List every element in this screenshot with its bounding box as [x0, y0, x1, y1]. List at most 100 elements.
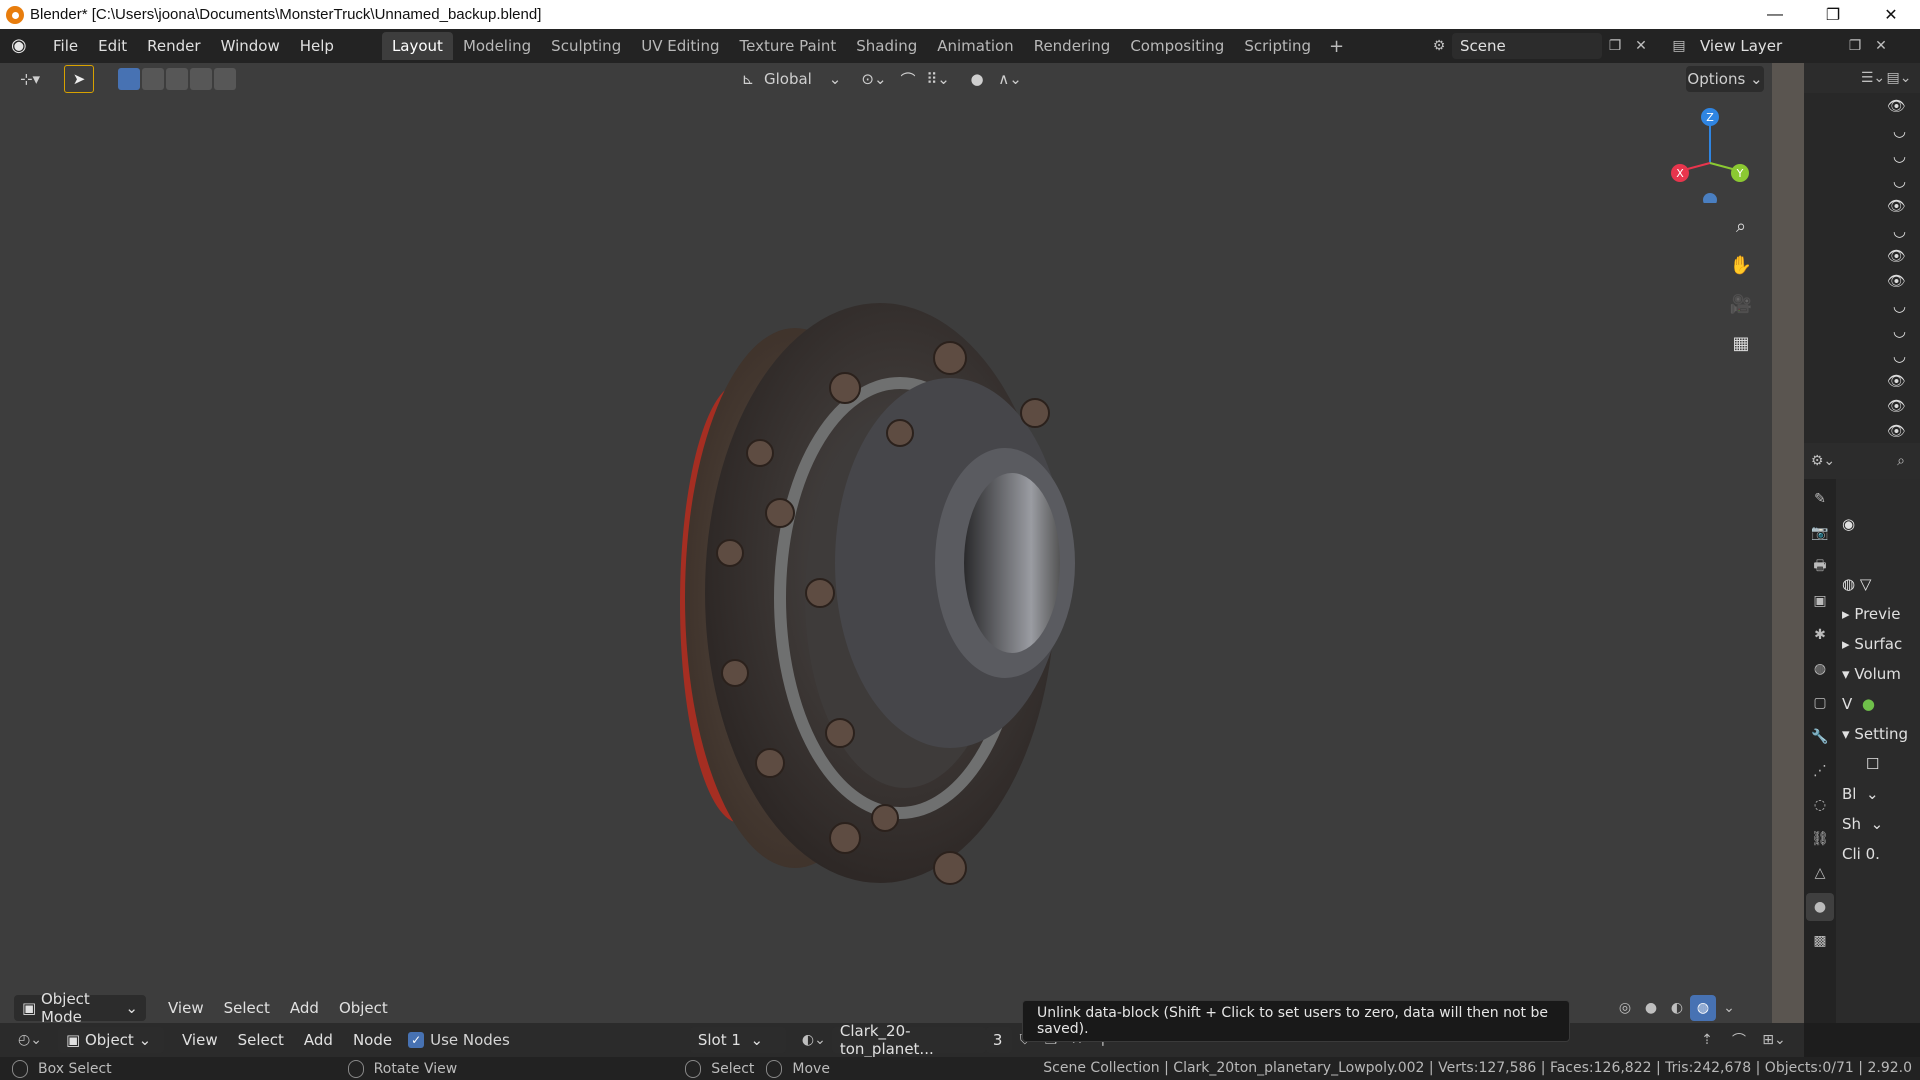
visibility-hidden-icon[interactable]: ◡	[1804, 168, 1920, 193]
scene-field[interactable]: Scene	[1452, 33, 1602, 59]
material-slot-list[interactable]: ◉	[1836, 479, 1920, 569]
modifier-tab-icon[interactable]: 🔧	[1806, 723, 1834, 751]
shader-menu-add[interactable]: Add	[294, 1027, 343, 1053]
viewport-menu-add[interactable]: Add	[280, 995, 329, 1021]
shader-type-dropdown[interactable]: ▣ Object ⌄	[58, 1027, 164, 1053]
view-layer-icon[interactable]: ▤	[1666, 33, 1692, 59]
visibility-hidden-icon[interactable]: ◡	[1804, 318, 1920, 343]
volume-row[interactable]: V ●	[1836, 689, 1920, 719]
shader-menu-select[interactable]: Select	[228, 1027, 294, 1053]
tab-layout[interactable]: Layout	[381, 32, 453, 60]
viewport-menu-select[interactable]: Select	[214, 995, 280, 1021]
data-tab-icon[interactable]: △	[1806, 859, 1834, 887]
viewport-menu-object[interactable]: Object	[329, 995, 398, 1021]
shader-menu-view[interactable]: View	[172, 1027, 228, 1053]
visibility-eye-icon[interactable]: 👁	[1804, 243, 1920, 268]
visibility-eye-icon[interactable]: 👁	[1804, 418, 1920, 443]
tab-sculpting[interactable]: Sculpting	[541, 32, 631, 60]
minimize-button[interactable]: —	[1746, 0, 1804, 29]
particles-tab-icon[interactable]: ⋰	[1806, 757, 1834, 785]
close-button[interactable]: ✕	[1862, 0, 1920, 29]
parent-node-icon[interactable]: ⇡	[1694, 1027, 1720, 1053]
material-preview-toggle[interactable]: ◍ ▽	[1836, 569, 1920, 599]
visibility-eye-icon[interactable]: 👁	[1804, 368, 1920, 393]
maximize-button[interactable]: ❐	[1804, 0, 1862, 29]
mode-invert-icon[interactable]	[190, 68, 212, 90]
mode-intersect-icon[interactable]	[214, 68, 236, 90]
slot-dropdown[interactable]: Slot 1 ⌄	[689, 1027, 786, 1053]
navigation-gizmo[interactable]: Z X Y	[1670, 103, 1750, 203]
visibility-hidden-icon[interactable]: ◡	[1804, 143, 1920, 168]
tab-modeling[interactable]: Modeling	[453, 32, 541, 60]
visibility-hidden-icon[interactable]: ◡	[1804, 218, 1920, 243]
settings-checkbox[interactable]: ☐	[1836, 749, 1920, 779]
tab-uv-editing[interactable]: UV Editing	[631, 32, 729, 60]
visibility-hidden-icon[interactable]: ◡	[1804, 118, 1920, 143]
tab-shading[interactable]: Shading	[846, 32, 927, 60]
snap-target-icon[interactable]: ⠿⌄	[920, 66, 956, 92]
tool-tab-icon[interactable]: ✎	[1806, 485, 1834, 513]
view-layer-tab-icon[interactable]: ▣	[1806, 587, 1834, 615]
transform-orientation-dropdown[interactable]: Global	[758, 66, 828, 92]
visibility-eye-icon[interactable]: 👁	[1804, 268, 1920, 293]
scene-icon[interactable]: ⚙	[1426, 33, 1452, 59]
tab-scripting[interactable]: Scripting	[1234, 32, 1321, 60]
surface-panel[interactable]: ▸ Surfac	[1836, 629, 1920, 659]
shading-options-icon[interactable]: ⌄	[1716, 995, 1742, 1021]
visibility-hidden-icon[interactable]: ◡	[1804, 293, 1920, 318]
blend-mode-row[interactable]: Bl ⌄	[1836, 779, 1920, 809]
menu-file[interactable]: File	[43, 33, 88, 59]
solid-shading-icon[interactable]: ●	[1638, 995, 1664, 1021]
properties-editor-type-icon[interactable]: ⚙⌄	[1810, 448, 1836, 474]
tab-rendering[interactable]: Rendering	[1024, 32, 1121, 60]
camera-view-icon[interactable]: 🎥	[1726, 289, 1756, 319]
menu-help[interactable]: Help	[290, 33, 344, 59]
menu-render[interactable]: Render	[137, 33, 210, 59]
node-snap-element-icon[interactable]: ⊞⌄	[1756, 1027, 1792, 1053]
select-tool-icon[interactable]: ➤	[64, 65, 94, 93]
settings-panel[interactable]: ▾ Setting	[1836, 719, 1920, 749]
new-scene-icon[interactable]: ❐	[1602, 33, 1628, 59]
blender-menu-icon[interactable]: ◉	[11, 36, 33, 56]
options-dropdown[interactable]: Options ⌄	[1686, 66, 1764, 92]
delete-scene-icon[interactable]: ✕	[1628, 33, 1654, 59]
shader-menu-node[interactable]: Node	[343, 1027, 402, 1053]
3d-viewport[interactable]: ⊹▾ ➤ ⊾ Global ⌄ ⊙⌄ ⌒ ⠿⌄ ● ∧⌄ Options ⌄ Z…	[0, 63, 1772, 1026]
material-users-count[interactable]: 3	[985, 1027, 1012, 1053]
view-layer-field[interactable]: View Layer	[1692, 33, 1842, 59]
material-browse-icon[interactable]: ◐⌄	[796, 1027, 832, 1053]
menu-window[interactable]: Window	[211, 33, 290, 59]
shadow-mode-row[interactable]: Sh ⌄	[1836, 809, 1920, 839]
falloff-icon[interactable]: ∧⌄	[992, 66, 1028, 92]
object-tab-icon[interactable]: ▢	[1806, 689, 1834, 717]
perspective-grid-icon[interactable]: ▦	[1726, 328, 1756, 358]
visibility-hidden-icon[interactable]: ◡	[1804, 343, 1920, 368]
constraints-tab-icon[interactable]: ⛓	[1806, 825, 1834, 853]
tab-compositing[interactable]: Compositing	[1120, 32, 1234, 60]
output-tab-icon[interactable]: 🖶	[1806, 553, 1834, 581]
gizmo-neg-z[interactable]	[1703, 193, 1717, 203]
volume-panel[interactable]: ▾ Volum	[1836, 659, 1920, 689]
clip-threshold-row[interactable]: Cli 0.	[1836, 839, 1920, 869]
preview-panel[interactable]: ▸ Previe	[1836, 599, 1920, 629]
snap-toggle-icon[interactable]: ⌒	[896, 66, 920, 92]
shader-editor-type-icon[interactable]: ◴⌄	[12, 1027, 48, 1053]
wireframe-shading-icon[interactable]: ◎	[1612, 995, 1638, 1021]
pan-hand-icon[interactable]: ✋	[1726, 250, 1756, 280]
visibility-eye-icon[interactable]: 👁	[1804, 93, 1920, 118]
object-mode-dropdown[interactable]: ▣ Object Mode ⌄	[14, 990, 146, 1026]
visibility-eye-icon[interactable]: 👁	[1804, 393, 1920, 418]
zoom-icon[interactable]: ⌕	[1726, 211, 1756, 241]
visibility-eye-icon[interactable]: 👁	[1804, 193, 1920, 218]
pivot-point-icon[interactable]: ⊙⌄	[852, 66, 896, 92]
menu-edit[interactable]: Edit	[88, 33, 137, 59]
material-tab-icon[interactable]: ●	[1806, 893, 1834, 921]
world-tab-icon[interactable]: ◍	[1806, 655, 1834, 683]
material-name-field[interactable]: Clark_20-ton_planet...	[831, 1022, 986, 1058]
mode-subtract-icon[interactable]	[166, 68, 188, 90]
mode-extend-icon[interactable]	[142, 68, 164, 90]
texture-tab-icon[interactable]: ▩	[1806, 927, 1834, 955]
rendered-shading-icon[interactable]: ◍	[1690, 995, 1716, 1021]
proportional-edit-icon[interactable]: ●	[962, 66, 992, 92]
editor-type-icon[interactable]: ⊹▾	[10, 66, 50, 92]
